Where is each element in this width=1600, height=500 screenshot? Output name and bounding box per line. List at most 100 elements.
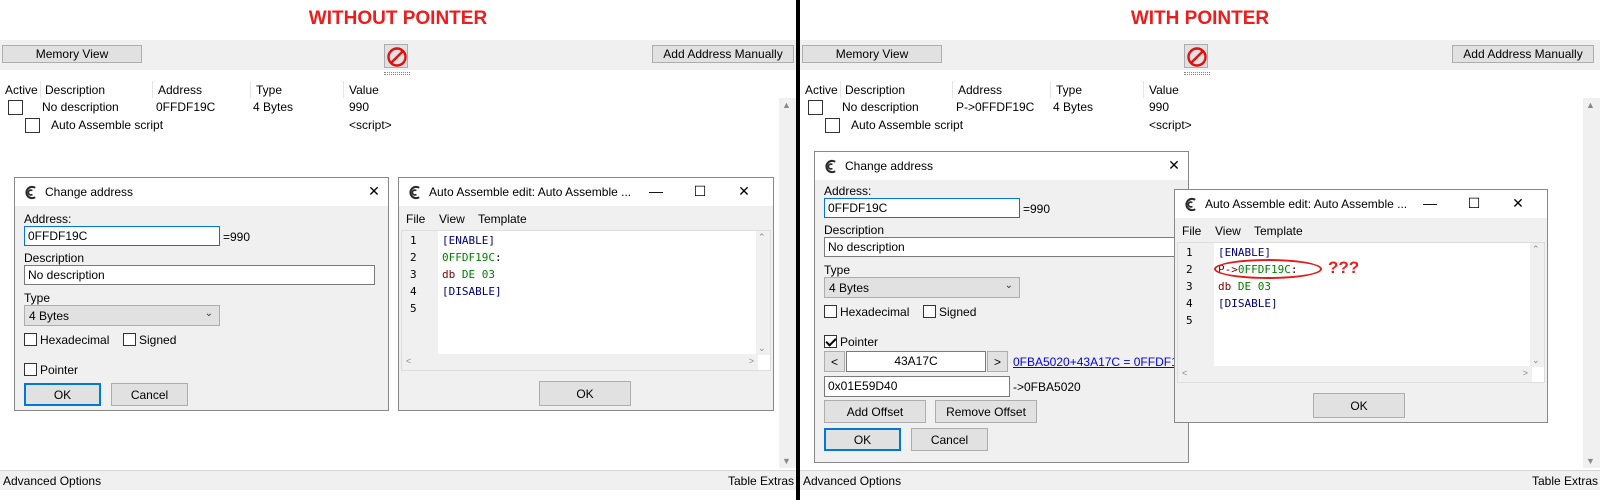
menu-view[interactable]: View	[1215, 224, 1241, 238]
row-value: 990	[1149, 100, 1170, 114]
col-address[interactable]: Address	[158, 83, 202, 97]
signed-label: Signed	[939, 305, 977, 319]
line-number: 4	[1186, 297, 1193, 310]
menu-view[interactable]: View	[439, 212, 465, 226]
ok-button[interactable]: OK	[539, 381, 631, 406]
ok-button[interactable]: OK	[1313, 393, 1405, 418]
signed-checkbox[interactable]	[123, 333, 136, 346]
table-extras-button[interactable]: Table Extras	[728, 474, 794, 488]
scroll-up-icon[interactable]: ▲	[782, 100, 791, 110]
scroll-left-icon[interactable]: <	[406, 356, 411, 366]
table-row[interactable]: Auto Assemble script <script>	[800, 116, 1600, 134]
maximize-icon[interactable]: ☐	[1465, 195, 1483, 212]
next-offset-button[interactable]: >	[987, 351, 1008, 372]
prev-offset-button[interactable]: <	[824, 351, 845, 372]
col-active[interactable]: Active	[805, 83, 838, 97]
table-extras-button[interactable]: Table Extras	[1532, 474, 1598, 488]
cancel-button[interactable]: Cancel	[911, 428, 988, 451]
hexadecimal-checkbox[interactable]	[24, 333, 37, 346]
scroll-down-icon[interactable]: ⌄	[758, 343, 766, 354]
add-address-manually-button[interactable]: Add Address Manually	[1452, 45, 1594, 63]
signed-checkbox[interactable]	[923, 305, 936, 318]
scroll-up-icon[interactable]: ⌃	[758, 232, 766, 243]
scroll-down-icon[interactable]: ▼	[1586, 456, 1595, 466]
minimize-icon[interactable]: —	[1421, 195, 1439, 211]
stop-icon[interactable]	[384, 44, 408, 68]
scroll-down-icon[interactable]: ▼	[782, 456, 791, 466]
add-address-manually-button[interactable]: Add Address Manually	[652, 45, 794, 63]
scroll-left-icon[interactable]: <	[1182, 368, 1187, 378]
splitter-handle[interactable]	[1184, 72, 1210, 75]
pointer-checkbox[interactable]	[824, 335, 837, 348]
close-icon[interactable]: ✕	[1509, 195, 1527, 212]
code-line: [ENABLE]	[1218, 246, 1271, 259]
description-input[interactable]: No description	[824, 237, 1175, 257]
offset-calculation-link[interactable]: 0FBA5020+43A17C = 0FFDF19C	[1013, 355, 1193, 369]
col-active[interactable]: Active	[5, 83, 38, 97]
address-input[interactable]: 0FFDF19C	[24, 226, 220, 246]
row-address: 0FFDF19C	[156, 100, 216, 114]
scroll-right-icon[interactable]: >	[1523, 368, 1528, 378]
splitter-handle[interactable]	[384, 72, 410, 75]
active-checkbox[interactable]	[825, 118, 840, 133]
advanced-options-button[interactable]: Advanced Options	[803, 474, 901, 488]
type-select[interactable]: 4 Bytes ⌄	[824, 277, 1020, 298]
cancel-button[interactable]: Cancel	[111, 383, 188, 406]
code-editor[interactable]: 1 2 3 4 5 [ENABLE] P->0FFDF19C: db DE 03…	[1177, 242, 1545, 383]
table-scrollbar[interactable]: ▲ ▼	[779, 98, 796, 468]
close-icon[interactable]: ✕	[1165, 157, 1183, 174]
minimize-icon[interactable]: —	[647, 183, 665, 199]
close-icon[interactable]: ✕	[735, 183, 753, 200]
pointer-checkbox[interactable]	[24, 363, 37, 376]
address-result: =990	[1023, 202, 1051, 216]
table-row[interactable]: Auto Assemble script <script>	[0, 116, 796, 134]
table-row[interactable]: No description P->0FFDF19C 4 Bytes 990	[800, 98, 1600, 116]
remove-offset-button[interactable]: Remove Offset	[935, 400, 1037, 423]
editor-hscrollbar[interactable]: < >	[402, 354, 758, 370]
col-value[interactable]: Value	[349, 83, 379, 97]
menu-file[interactable]: File	[1182, 224, 1201, 238]
active-checkbox[interactable]	[808, 100, 823, 115]
scroll-up-icon[interactable]: ⌃	[1532, 244, 1540, 255]
close-icon[interactable]: ✕	[365, 183, 383, 200]
active-checkbox[interactable]	[8, 100, 23, 115]
scroll-right-icon[interactable]: >	[749, 356, 754, 366]
scroll-up-icon[interactable]: ▲	[1586, 100, 1595, 110]
code-editor[interactable]: 1 2 3 4 5 [ENABLE] 0FFDF19C: db DE 03 [D…	[401, 230, 771, 371]
col-description[interactable]: Description	[845, 83, 905, 97]
col-type[interactable]: Type	[1056, 83, 1082, 97]
address-input[interactable]: 0FFDF19C	[824, 198, 1020, 218]
cheat-engine-icon	[1185, 197, 1196, 212]
col-address[interactable]: Address	[958, 83, 1002, 97]
ok-button[interactable]: OK	[24, 383, 101, 406]
hexadecimal-checkbox[interactable]	[824, 305, 837, 318]
menu-template[interactable]: Template	[478, 212, 527, 226]
ok-button[interactable]: OK	[824, 428, 901, 451]
maximize-icon[interactable]: ☐	[691, 183, 709, 200]
scroll-down-icon[interactable]: ⌄	[1532, 355, 1540, 366]
memory-view-button[interactable]: Memory View	[2, 45, 142, 63]
description-input[interactable]: No description	[24, 265, 375, 285]
col-description[interactable]: Description	[45, 83, 105, 97]
advanced-options-button[interactable]: Advanced Options	[3, 474, 101, 488]
editor-scrollbar[interactable]: ⌃ ⌄	[1530, 243, 1544, 367]
memory-view-button[interactable]: Memory View	[802, 45, 942, 63]
col-value[interactable]: Value	[1149, 83, 1179, 97]
description-label: Description	[24, 251, 85, 265]
editor-hscrollbar[interactable]: < >	[1178, 366, 1532, 382]
line-number: 2	[1186, 263, 1193, 276]
col-separator	[343, 81, 344, 98]
type-select-value: 4 Bytes	[829, 281, 870, 295]
menu-file[interactable]: File	[406, 212, 425, 226]
base-address-input[interactable]: 0x01E59D40	[824, 376, 1010, 397]
table-row[interactable]: No description 0FFDF19C 4 Bytes 990	[0, 98, 796, 116]
editor-scrollbar[interactable]: ⌃ ⌄	[756, 231, 770, 355]
offset-input[interactable]: 43A17C	[846, 351, 986, 372]
stop-icon[interactable]	[1184, 44, 1208, 68]
col-type[interactable]: Type	[256, 83, 282, 97]
active-checkbox[interactable]	[25, 118, 40, 133]
menu-template[interactable]: Template	[1254, 224, 1303, 238]
type-select[interactable]: 4 Bytes ⌄	[24, 305, 220, 326]
add-offset-button[interactable]: Add Offset	[824, 400, 926, 423]
table-scrollbar[interactable]: ▲ ▼	[1583, 98, 1600, 468]
